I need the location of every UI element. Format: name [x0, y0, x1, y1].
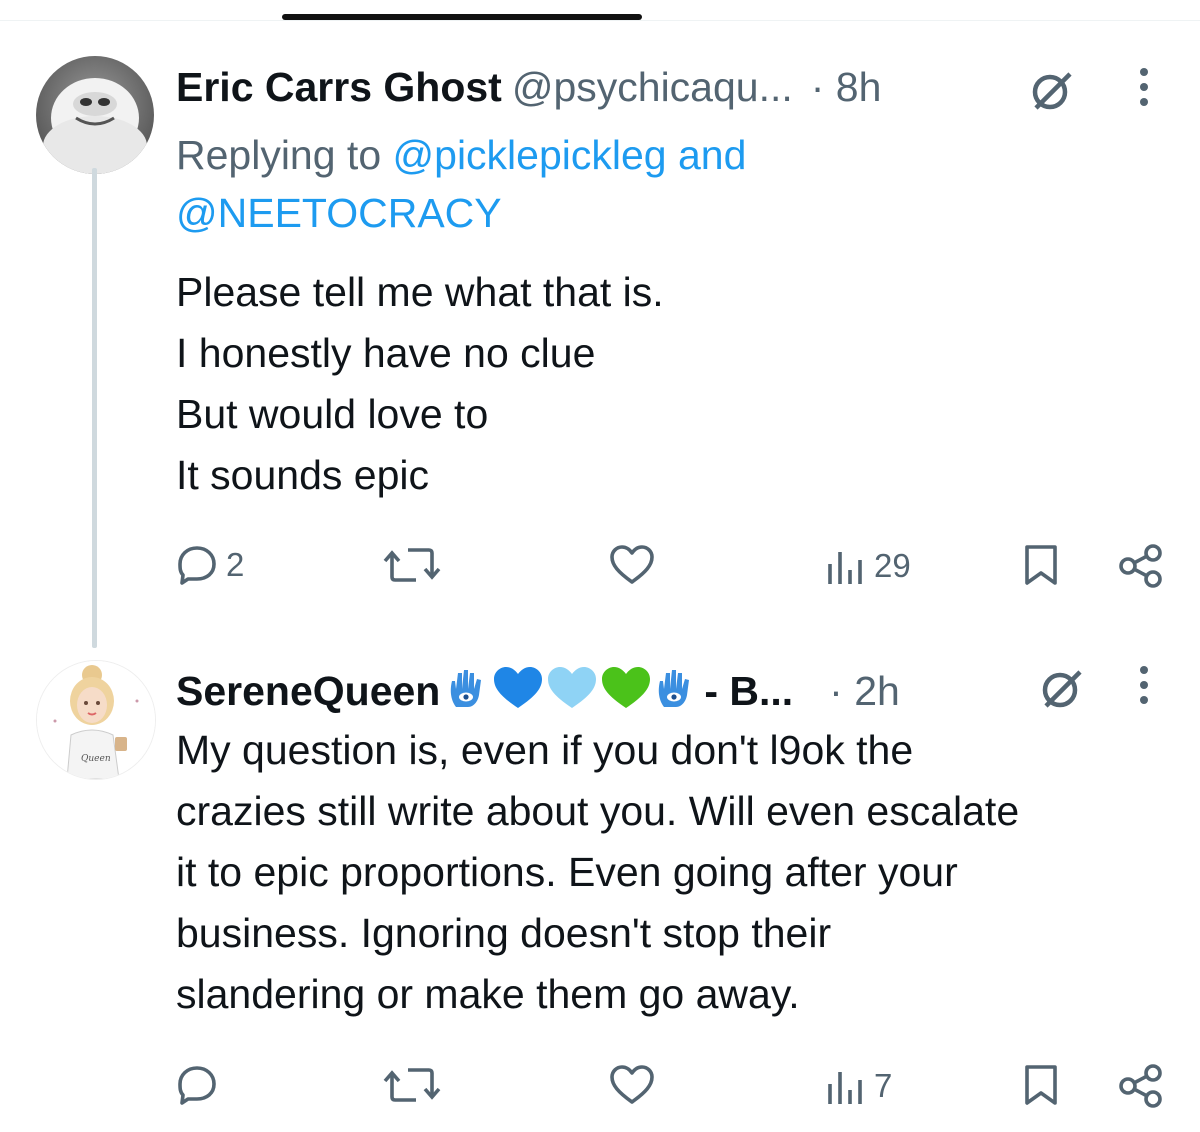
views-button[interactable]: 29: [826, 546, 911, 586]
like-button[interactable]: [608, 544, 656, 586]
heart-icon: [610, 1065, 654, 1104]
heart-icon: [610, 545, 654, 584]
hamsa-icon: [659, 670, 690, 707]
light-blue-heart-icon: [548, 667, 597, 708]
timestamp[interactable]: · 2h: [829, 666, 900, 716]
replying-to-and: and: [666, 132, 747, 178]
bookmark-button[interactable]: [1022, 1064, 1060, 1106]
author-handle[interactable]: @psychicaqu...: [512, 62, 793, 112]
mention-link[interactable]: @NEETOCRACY: [176, 190, 502, 236]
views-icon: [828, 1072, 862, 1104]
hamsa-icon: [451, 670, 482, 707]
more-options-icon[interactable]: [1134, 664, 1154, 706]
avatar[interactable]: [36, 56, 154, 174]
share-icon: [1119, 1064, 1162, 1108]
blue-heart-icon: [494, 667, 543, 708]
more-options-icon[interactable]: [1134, 66, 1154, 108]
reply-count: 2: [226, 546, 245, 583]
tweet-text: My question is, even if you don't l9ok t…: [176, 727, 1020, 1017]
repost-icon: [383, 1068, 441, 1102]
timestamp[interactable]: · 8h: [811, 62, 882, 112]
repost-button[interactable]: [382, 544, 442, 586]
like-button[interactable]: [608, 1064, 656, 1106]
replying-to: Replying to @picklepickleg and @NEETOCRAC…: [176, 126, 1076, 242]
bookmark-icon: [1025, 1065, 1057, 1105]
view-count: 29: [874, 547, 911, 584]
reply-button[interactable]: [176, 1064, 218, 1106]
avatar[interactable]: Queen: [36, 660, 156, 780]
tweet-header: SereneQueen - B... · 2h: [176, 662, 900, 716]
tweet-text: Please tell me what that is. I honestly …: [176, 269, 664, 498]
view-count: 7: [874, 1067, 893, 1104]
reply-icon: [178, 546, 216, 585]
queen-avatar-image: Queen: [37, 661, 155, 779]
svg-text:Queen: Queen: [81, 754, 111, 764]
grok-icon[interactable]: [1028, 66, 1076, 114]
bookmark-button[interactable]: [1022, 544, 1060, 586]
views-button[interactable]: 7: [826, 1066, 892, 1106]
views-icon: [828, 552, 862, 584]
repost-icon: [383, 548, 441, 582]
divider: [0, 20, 1200, 21]
author-name-suffix[interactable]: - B...: [704, 666, 793, 716]
share-button[interactable]: [1118, 1064, 1164, 1108]
share-icon: [1119, 544, 1162, 588]
grok-icon[interactable]: [1038, 664, 1086, 712]
yeti-avatar-image: [36, 56, 154, 174]
tweet-header: Eric Carrs Ghost @psychicaqu... · 8h: [176, 62, 881, 112]
reply-icon: [178, 1066, 216, 1105]
green-heart-icon: [602, 667, 651, 708]
bookmark-icon: [1025, 545, 1057, 585]
repost-button[interactable]: [382, 1064, 442, 1106]
share-button[interactable]: [1118, 544, 1164, 588]
name-emojis: [446, 666, 698, 710]
author-name[interactable]: Eric Carrs Ghost: [176, 62, 502, 112]
replying-to-label: Replying to: [176, 132, 393, 178]
mention-link[interactable]: @picklepickleg: [393, 132, 667, 178]
author-name[interactable]: SereneQueen: [176, 666, 440, 716]
reply-button[interactable]: 2: [176, 544, 244, 586]
thread-line: [92, 168, 97, 648]
